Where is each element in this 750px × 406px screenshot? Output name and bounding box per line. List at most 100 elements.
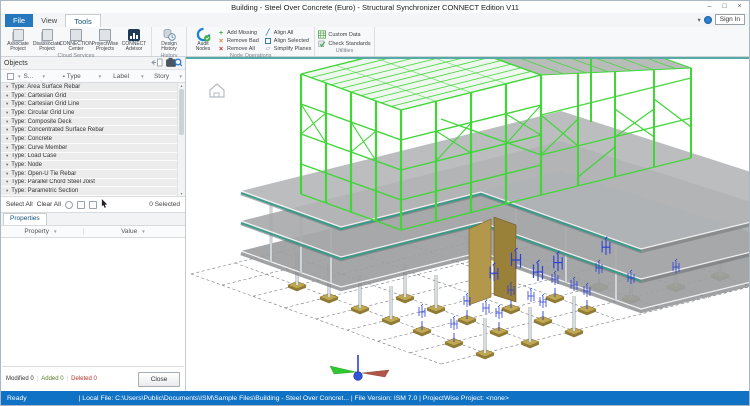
scroll-down-icon[interactable]: ▾ bbox=[180, 191, 182, 196]
object-type-group-row[interactable]: ▾ Type: Parametric Section bbox=[1, 187, 177, 196]
funnel-icon[interactable]: ▼ bbox=[15, 74, 23, 79]
object-type-group-row[interactable]: ▾ Type: Cartesian Grid bbox=[1, 92, 177, 101]
object-type-label: Type: Cartesian Grid Line bbox=[11, 101, 79, 107]
clear-all-button[interactable]: Clear All bbox=[37, 201, 61, 208]
maximize-button[interactable]: □ bbox=[717, 1, 732, 12]
objects-panel-title: Objects bbox=[4, 60, 28, 67]
funnel-icon[interactable]: ▼ bbox=[96, 74, 104, 79]
column-story[interactable]: Story bbox=[147, 73, 177, 80]
align-all-button[interactable]: ╱Align All bbox=[264, 29, 312, 37]
objects-list: ▾ Type: Area Surface Rebar ▾ Type: Carte… bbox=[1, 83, 185, 197]
model-viewport[interactable] bbox=[186, 57, 749, 391]
funnel-icon[interactable]: ▼ bbox=[138, 74, 146, 79]
object-type-label: Type: Open-U Tie Rebar bbox=[11, 171, 76, 177]
chevron-down-icon: ▾ bbox=[6, 119, 8, 125]
object-type-group-row[interactable]: ▾ Type: Node bbox=[1, 161, 177, 170]
associate-project-button[interactable]: Associate Project bbox=[4, 28, 32, 53]
properties-tab-strip: Properties bbox=[1, 213, 185, 226]
objects-list-scrollbar[interactable]: ▴ ▾ bbox=[177, 83, 185, 196]
chevron-down-icon: ▾ bbox=[6, 153, 8, 159]
design-history-button[interactable]: Design History bbox=[155, 28, 183, 53]
isolate-selection-icon[interactable] bbox=[77, 201, 85, 209]
chevron-down-icon[interactable]: ▾ bbox=[697, 16, 700, 24]
audit-nodes-icon bbox=[196, 28, 211, 41]
projectwise-projects-icon bbox=[99, 29, 111, 41]
object-type-group-row[interactable]: ▾ Type: Parallel Chord Steel Joist bbox=[1, 179, 177, 188]
chevron-down-icon: ▾ bbox=[6, 188, 8, 194]
object-type-group-row[interactable]: ▾ Type: Load Case bbox=[1, 153, 177, 162]
connection-center-icon bbox=[70, 29, 82, 41]
ribbon-tab-row: File View Tools ▾ Sign In bbox=[1, 13, 749, 27]
object-type-label: Type: Concentrated Surface Rebar bbox=[11, 127, 104, 133]
tab-view[interactable]: View bbox=[33, 14, 65, 27]
object-type-group-row[interactable]: ▾ Type: Area Surface Rebar bbox=[1, 83, 177, 92]
added-count: Added 0 bbox=[41, 376, 63, 382]
object-type-group-row[interactable]: ▾ Type: Concrete bbox=[1, 135, 177, 144]
minimize-button[interactable]: – bbox=[702, 1, 717, 12]
objects-column-header: ▼ S... ▼ ▴ Type ▼ Label ▼ Story ▼ bbox=[1, 70, 185, 83]
column-select[interactable]: S... bbox=[23, 73, 39, 80]
column-label[interactable]: Label bbox=[104, 73, 138, 80]
column-property[interactable]: Property bbox=[24, 228, 49, 235]
modified-count: Modified 0 bbox=[6, 376, 34, 382]
select-all-checkbox[interactable] bbox=[7, 73, 14, 80]
home-view-icon[interactable] bbox=[210, 84, 224, 97]
ribbon-group-history: Design History History bbox=[152, 27, 187, 56]
object-type-group-row[interactable]: ▾ Type: Curve Member bbox=[1, 144, 177, 153]
simplify-planes-button[interactable]: ▱Simplify Planes bbox=[264, 45, 312, 53]
funnel-icon[interactable]: ▼ bbox=[51, 229, 59, 234]
object-type-label: Type: Parallel Chord Steel Joist bbox=[11, 179, 95, 185]
close-button[interactable]: Close bbox=[138, 372, 180, 387]
sort-asc-icon: ▴ bbox=[63, 73, 65, 78]
chevron-down-icon: ▾ bbox=[6, 162, 8, 168]
custom-data-icon bbox=[318, 30, 326, 39]
changes-summary-bar: Modified 0 | Added 0 | Deleted 0 Close bbox=[1, 367, 185, 391]
audit-nodes-button[interactable]: Audit Nodes bbox=[190, 28, 216, 53]
funnel-icon[interactable]: ▼ bbox=[39, 74, 47, 79]
funnel-icon[interactable]: ▼ bbox=[177, 74, 185, 79]
x-icon: × bbox=[217, 46, 225, 53]
object-type-group-row[interactable]: ▾ Type: Open-U Tie Rebar bbox=[1, 170, 177, 179]
status-ready: Ready bbox=[7, 395, 27, 402]
object-type-group-row[interactable]: ▾ Type: Cartesian Grid Line bbox=[1, 100, 177, 109]
axis-x-arrow bbox=[362, 370, 389, 377]
zoom-selection-icon[interactable] bbox=[65, 201, 73, 209]
projectwise-projects-button[interactable]: ProjectWise Projects bbox=[91, 28, 119, 53]
title-bar: Building - Steel Over Concrete (Euro) - … bbox=[1, 1, 749, 13]
remove-bad-button[interactable]: ×Remove Bad bbox=[217, 37, 259, 45]
plus-icon: + bbox=[217, 30, 225, 37]
tab-tools[interactable]: Tools bbox=[65, 14, 101, 27]
structural-model-canvas[interactable] bbox=[186, 59, 749, 391]
connect-advisor-button[interactable]: CONNECT Advisor bbox=[120, 28, 148, 53]
connection-center-button[interactable]: CONNECTION Center bbox=[62, 28, 90, 53]
add-missing-button[interactable]: +Add Missing bbox=[217, 29, 259, 37]
snapshot-search-icon[interactable] bbox=[166, 57, 182, 69]
select-all-button[interactable]: Select All bbox=[6, 201, 33, 208]
pointer-cursor-icon[interactable] bbox=[101, 199, 108, 210]
column-value[interactable]: Value bbox=[121, 228, 137, 235]
object-type-label: Type: Node bbox=[11, 162, 42, 168]
highlight-selection-icon[interactable] bbox=[89, 201, 97, 209]
remove-all-button[interactable]: ×Remove All bbox=[217, 45, 259, 53]
custom-data-button[interactable]: Custom Data bbox=[318, 30, 370, 39]
align-selected-button[interactable]: Align Selected bbox=[264, 37, 312, 45]
column-type[interactable]: ▴ Type bbox=[48, 73, 96, 80]
object-type-label: Type: Circular Grid Line bbox=[11, 110, 74, 116]
user-avatar-icon bbox=[704, 16, 712, 24]
scrollbar-thumb[interactable] bbox=[179, 89, 184, 135]
tab-file[interactable]: File bbox=[5, 14, 33, 27]
object-type-group-row[interactable]: ▾ Type: Composite Deck bbox=[1, 118, 177, 127]
tab-properties[interactable]: Properties bbox=[3, 213, 47, 225]
disassociate-project-button[interactable]: Disassociate Project bbox=[33, 28, 61, 53]
close-window-button[interactable]: × bbox=[732, 1, 747, 12]
object-type-group-row[interactable]: ▾ Type: Circular Grid Line bbox=[1, 109, 177, 118]
selected-count: 0 Selected bbox=[149, 201, 180, 208]
funnel-icon[interactable]: ▼ bbox=[139, 229, 147, 234]
sign-in-button[interactable]: Sign In bbox=[715, 14, 745, 25]
unpin-icon[interactable] bbox=[151, 58, 163, 69]
object-type-group-row[interactable]: ▾ Type: Concentrated Surface Rebar bbox=[1, 126, 177, 135]
group-label-utilities: Utilities bbox=[318, 48, 370, 56]
status-bar: Ready | Local File: C:\Users\Public\Docu… bbox=[1, 391, 749, 405]
check-standards-button[interactable]: Check Standards bbox=[318, 39, 370, 48]
scroll-up-icon[interactable]: ▴ bbox=[180, 83, 182, 88]
